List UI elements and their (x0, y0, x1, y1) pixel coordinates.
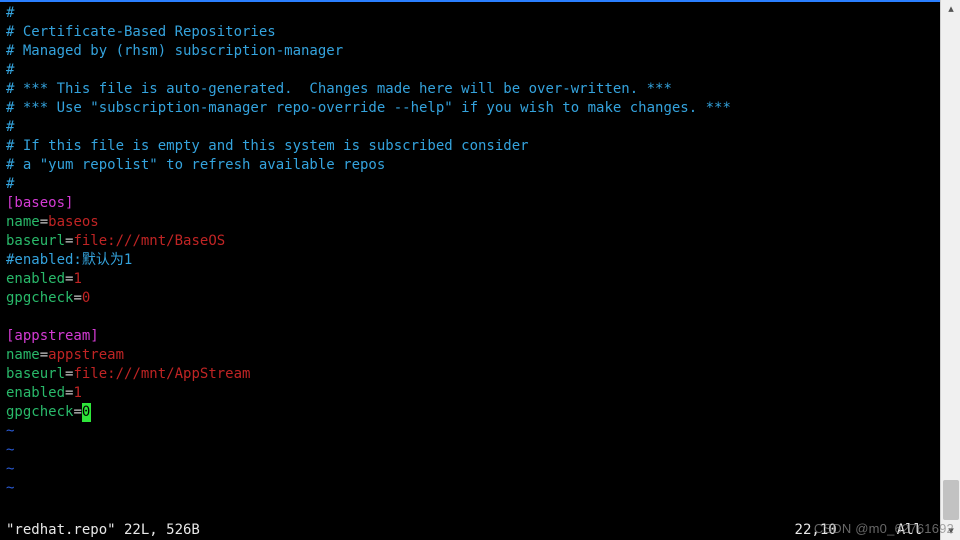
kv-key: baseurl (6, 233, 65, 249)
scroll-down-icon[interactable]: ▾ (941, 522, 960, 540)
empty-tilde: ~ (6, 422, 934, 441)
scroll-up-icon[interactable]: ▴ (941, 0, 960, 18)
empty-tilde: ~ (6, 479, 934, 498)
kv-line: name=baseos (6, 213, 934, 232)
comment-line: # (6, 61, 934, 80)
comment-line: # *** This file is auto-generated. Chang… (6, 80, 934, 99)
kv-line: enabled=1 (6, 384, 934, 403)
equals-sign: = (40, 347, 48, 363)
kv-line: baseurl=file:///mnt/AppStream (6, 365, 934, 384)
kv-line: enabled=1 (6, 270, 934, 289)
kv-key: name (6, 347, 40, 363)
kv-key: gpgcheck (6, 404, 73, 420)
comment-line: #enabled:默认为1 (6, 251, 934, 270)
section-header: [baseos] (6, 194, 934, 213)
comment-line: # If this file is empty and this system … (6, 137, 934, 156)
kv-value: 1 (73, 271, 81, 287)
comment-line: # (6, 118, 934, 137)
equals-sign: = (40, 214, 48, 230)
kv-key: enabled (6, 271, 65, 287)
empty-tilde: ~ (6, 441, 934, 460)
kv-line: baseurl=file:///mnt/BaseOS (6, 232, 934, 251)
comment-line: # (6, 175, 934, 194)
vertical-scrollbar[interactable]: ▴ ▾ (940, 0, 960, 540)
empty-tilde: ~ (6, 460, 934, 479)
comment-line: # a "yum repolist" to refresh available … (6, 156, 934, 175)
kv-value: 1 (73, 385, 81, 401)
section-header: [appstream] (6, 327, 934, 346)
section-name: [baseos] (6, 195, 73, 211)
status-filename: "redhat.repo" 22L, 526B (6, 521, 200, 540)
kv-line-cursor: gpgcheck=0 (6, 403, 934, 422)
kv-value: file:///mnt/AppStream (73, 366, 250, 382)
kv-key: gpgcheck (6, 290, 73, 306)
comment-line: # *** Use "subscription-manager repo-ove… (6, 99, 934, 118)
kv-key: enabled (6, 385, 65, 401)
window: # # Certificate-Based Repositories # Man… (0, 0, 960, 540)
blank-line (6, 308, 934, 327)
status-percent: All (897, 521, 922, 540)
kv-value: appstream (48, 347, 124, 363)
kv-key: baseurl (6, 366, 65, 382)
kv-key: name (6, 214, 40, 230)
equals-sign: = (73, 290, 81, 306)
section-name: [appstream] (6, 328, 99, 344)
kv-line: name=appstream (6, 346, 934, 365)
kv-line: gpgcheck=0 (6, 289, 934, 308)
status-position: 22,10 (795, 521, 837, 540)
comment-line: # Certificate-Based Repositories (6, 23, 934, 42)
scrollbar-thumb[interactable] (943, 480, 959, 520)
terminal-editor[interactable]: # # Certificate-Based Repositories # Man… (0, 0, 940, 540)
cursor: 0 (82, 403, 91, 422)
kv-value: file:///mnt/BaseOS (73, 233, 225, 249)
comment-line: # Managed by (rhsm) subscription-manager (6, 42, 934, 61)
comment-line: # (6, 4, 934, 23)
vim-status-line: "redhat.repo" 22L, 526B 22,10 All (0, 521, 940, 540)
kv-value: baseos (48, 214, 99, 230)
equals-sign: = (73, 404, 81, 420)
kv-value: 0 (82, 290, 90, 306)
